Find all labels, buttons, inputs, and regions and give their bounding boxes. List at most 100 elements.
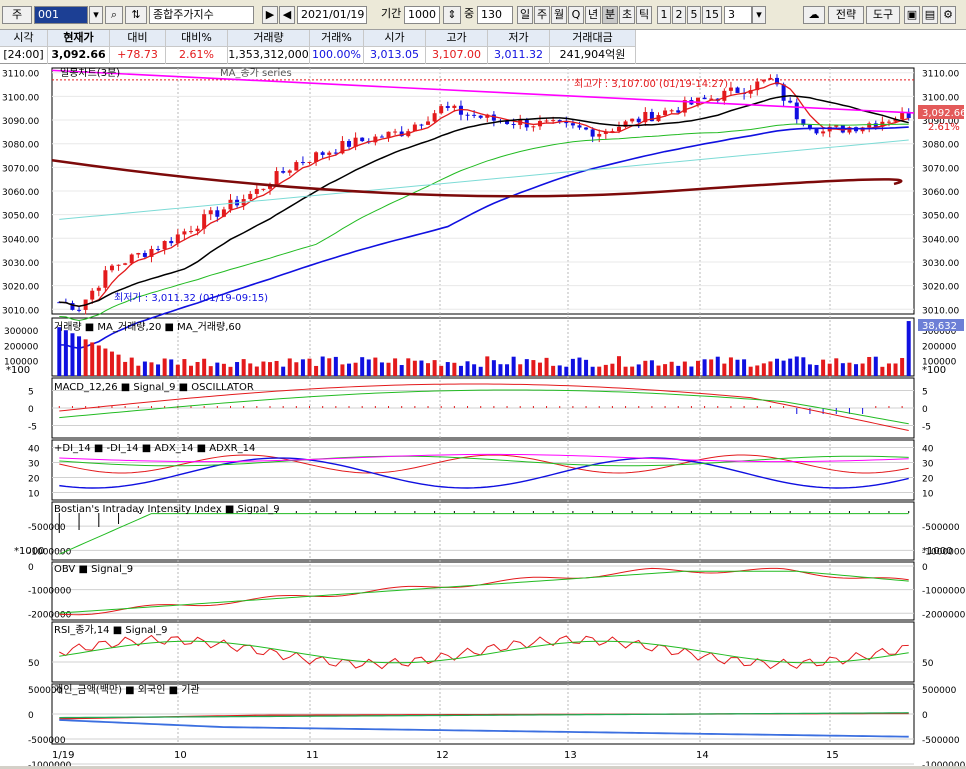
period-spin-icon[interactable]: ⇕ (443, 6, 461, 24)
candle-body (287, 170, 292, 173)
cloud-icon[interactable]: ☁ (803, 6, 825, 24)
high-note: 최고가 : 3,107.00 (01/19-14:27) (574, 78, 728, 90)
code-input[interactable]: 001 (34, 6, 88, 24)
price-tick-left: 3040.00 (2, 235, 39, 245)
volume-bar (755, 365, 760, 376)
freq-second[interactable]: 초 (619, 6, 635, 24)
next-icon[interactable]: ▶ (262, 6, 278, 24)
window-icon[interactable]: ▣ (904, 6, 920, 24)
save-icon[interactable]: ▤ (922, 6, 938, 24)
chart-svg[interactable]: 1/19 10 11 12 13 14 15 3110.00 3110.00 3100.00 310… (0, 64, 966, 769)
min-2-button[interactable]: 2 (672, 6, 686, 24)
freq-day[interactable]: 일 (517, 6, 533, 24)
volume-bar (761, 363, 766, 376)
main-legend-ma: MA_종가 series (220, 67, 292, 79)
candle-body (478, 115, 483, 118)
candle-body (156, 248, 161, 250)
obv-panel-frame (51, 561, 915, 621)
volume-bar (77, 336, 82, 376)
bii-unit-left: *1000 (14, 546, 44, 557)
indicator-tick-left: -500000 (28, 523, 66, 533)
volume-bar (491, 360, 496, 376)
price-tick-right: 3050.00 (922, 212, 959, 222)
period-value: 1000 (408, 8, 436, 21)
volume-bar (551, 365, 556, 376)
volume-bar (175, 364, 180, 376)
x-tick-label: 12 (436, 750, 449, 761)
code-dropdown-icon[interactable]: ▾ (89, 6, 103, 24)
volume-bar (498, 364, 503, 376)
period-input[interactable]: 1000 (404, 6, 440, 24)
candle-body (123, 263, 128, 265)
volume-bar (373, 357, 378, 376)
volume-bar (649, 360, 654, 376)
volume-bar (169, 359, 174, 376)
candle-body (794, 102, 799, 120)
volume-bar (386, 362, 391, 376)
price-tick-left: 3020.00 (2, 283, 39, 293)
freq-tick[interactable]: 틱 (636, 6, 652, 24)
stock-name-field[interactable]: 종합주가지수 (149, 6, 254, 24)
min-15-button[interactable]: 15 (702, 6, 722, 24)
quote-turnover: 241,904억원 (550, 47, 636, 64)
count-label: 중 (464, 7, 475, 20)
candle-body (136, 253, 141, 255)
candle-body (379, 136, 384, 138)
sort-icon[interactable]: ⇅ (125, 6, 147, 24)
min-1-button[interactable]: 1 (657, 6, 671, 24)
candle-body (393, 131, 398, 133)
min-dropdown-icon[interactable]: ▾ (752, 6, 766, 24)
indicator-tick-right: -2000000 (922, 610, 966, 620)
volume-bar (366, 359, 371, 376)
volume-bar (274, 360, 279, 376)
min-select[interactable]: 3 (724, 6, 752, 24)
prev-icon[interactable]: ◀ (279, 6, 295, 24)
candle-body (630, 118, 635, 122)
freq-quarter[interactable]: Q (568, 6, 584, 24)
settings-icon[interactable]: ⚙ (940, 6, 956, 24)
min-5-button[interactable]: 5 (687, 6, 701, 24)
volume-bar (327, 358, 332, 376)
freq-minute[interactable]: 분 (602, 6, 618, 24)
freq-year[interactable]: 년 (585, 6, 601, 24)
chart-area[interactable]: 1/19 10 11 12 13 14 15 3110.00 3110.00 3100.00 310… (0, 64, 966, 769)
candle-body (96, 287, 101, 291)
volume-bar (195, 361, 200, 376)
quote-header-price: 현재가 (48, 30, 110, 47)
stock-name: 종합주가지수 (153, 8, 214, 21)
candle-body (702, 97, 707, 100)
mode-label: 주 (11, 8, 23, 21)
candle-body (788, 100, 793, 103)
freq-week[interactable]: 주 (534, 6, 550, 24)
candle-body (439, 106, 444, 114)
tools-button[interactable]: 도구 (866, 6, 900, 24)
volume-bar (182, 359, 187, 376)
volume-bar (261, 361, 266, 376)
candle-body (129, 254, 134, 264)
search-icon[interactable]: ⌕ (105, 6, 123, 24)
volume-bar (728, 357, 733, 376)
volume-bar (136, 365, 141, 376)
count-input[interactable]: 130 (477, 6, 513, 24)
volume-bar (248, 363, 253, 376)
volume-bar (814, 364, 819, 376)
pct-badge: 2.61% (928, 122, 960, 133)
quote-header-open: 시가 (364, 30, 426, 47)
indicator-tick-left: 30 (28, 460, 40, 470)
volume-bar (682, 361, 687, 376)
code-value: 001 (38, 8, 59, 21)
volume-bar (294, 362, 299, 376)
volume-bar (557, 365, 562, 376)
price-tick-right: 3010.00 (922, 306, 959, 316)
strategy-button[interactable]: 전략 (828, 6, 864, 24)
candle-body (873, 123, 878, 127)
candle-body (663, 110, 668, 116)
mode-selector[interactable]: 주 (2, 6, 32, 24)
volume-bar (452, 362, 457, 376)
indicator-tick-right: -500000 (922, 523, 960, 533)
indicator-tick-right: 500000 (922, 686, 957, 696)
date-input[interactable]: 2021/01/19 (297, 6, 367, 24)
volume-bar (564, 366, 569, 376)
freq-month[interactable]: 월 (551, 6, 567, 24)
candle-body (781, 84, 786, 101)
